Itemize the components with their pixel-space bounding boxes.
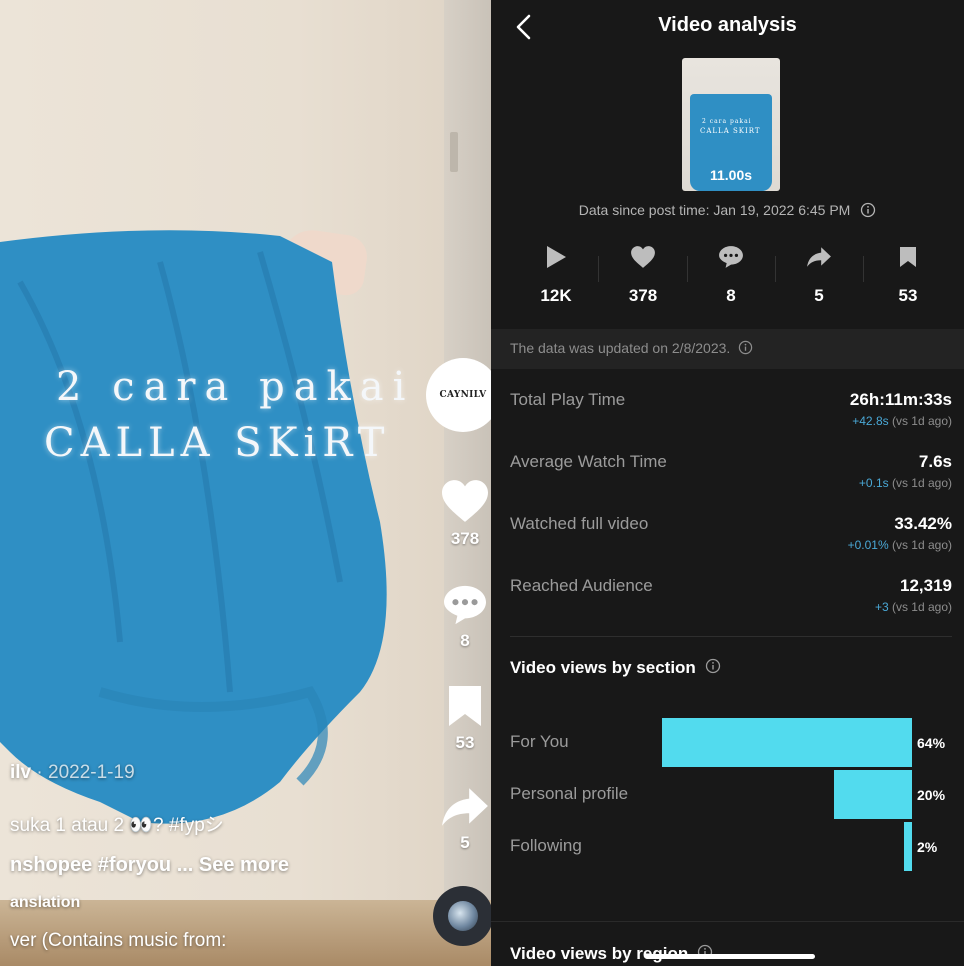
thumbnail-text-line2: CALLA SKIRT bbox=[700, 127, 761, 135]
bar-label-for-you: For You bbox=[510, 732, 569, 751]
metric-reached-audience-value: 12,319 bbox=[900, 576, 952, 595]
divider bbox=[510, 636, 952, 637]
delta-comparison: (vs 1d ago) bbox=[888, 538, 952, 552]
delta-comparison: (vs 1d ago) bbox=[888, 600, 952, 614]
data-since-label: Data since post time: Jan 19, 2022 6:45 … bbox=[578, 202, 851, 218]
bar-value-personal-profile: 20% bbox=[917, 787, 946, 803]
delta-value: +0.01% bbox=[847, 538, 889, 552]
share-icon bbox=[442, 788, 488, 826]
thumbnail-text-line1: 2 cara pakai bbox=[702, 118, 752, 125]
section-views-by-section: Video views by section bbox=[510, 658, 721, 678]
stat-likes-value: 378 bbox=[628, 286, 658, 305]
metric-watched-full-video-delta: +0.01% (vs 1d ago) bbox=[848, 538, 952, 552]
post-date: · 2022-1-19 bbox=[31, 762, 135, 783]
info-icon[interactable] bbox=[738, 340, 753, 355]
stat-comments-value: 8 bbox=[726, 286, 736, 305]
comment-button[interactable]: 8 bbox=[436, 584, 491, 651]
overlay-title-line1: 2 cara pakai bbox=[56, 364, 415, 410]
stat-views: 12K bbox=[521, 244, 591, 306]
stat-divider bbox=[598, 256, 599, 282]
share-count: 5 bbox=[460, 833, 470, 852]
video-thumbnail[interactable]: 2 cara pakai CALLA SKIRT 11.00s bbox=[682, 58, 780, 191]
see-translation-link[interactable]: anslation bbox=[10, 894, 80, 912]
bar-label-personal-profile: Personal profile bbox=[510, 784, 629, 803]
save-button[interactable]: 53 bbox=[436, 684, 491, 753]
metric-reached-audience-label: Reached Audience bbox=[510, 576, 653, 595]
heart-icon bbox=[631, 246, 655, 268]
video-frame[interactable]: 2 cara pakai CALLA SKiRT CAYNILV 378 8 5… bbox=[0, 0, 491, 966]
metric-average-watch-time-delta: +0.1s (vs 1d ago) bbox=[859, 476, 952, 490]
metric-total-play-time-value: 26h:11m:33s bbox=[849, 390, 952, 409]
save-count: 53 bbox=[455, 733, 475, 752]
stat-shares: 5 bbox=[784, 244, 854, 306]
comment-count: 8 bbox=[460, 631, 470, 650]
info-icon[interactable] bbox=[705, 658, 721, 674]
music-disc[interactable] bbox=[433, 886, 491, 946]
video-duration: 11.00s bbox=[709, 167, 753, 183]
blue-skirt-image bbox=[0, 230, 387, 824]
overlay-title-line2: CALLA SKiRT bbox=[44, 420, 391, 466]
metric-total-play-time-delta: +42.8s (vs 1d ago) bbox=[852, 414, 952, 428]
bar-value-following: 2% bbox=[917, 839, 938, 855]
home-indicator[interactable] bbox=[645, 954, 815, 959]
metric-average-watch-time-value: 7.6s bbox=[918, 452, 952, 471]
stat-shares-value: 5 bbox=[814, 286, 824, 305]
bookmark-icon bbox=[449, 686, 481, 726]
delta-comparison: (vs 1d ago) bbox=[888, 414, 952, 428]
stat-likes: 378 bbox=[608, 244, 678, 306]
delta-value: +3 bbox=[874, 600, 889, 614]
username-text: ilv bbox=[10, 762, 32, 783]
caption-line2[interactable]: nshopee #foryou ... See more bbox=[10, 854, 289, 877]
bookmark-icon bbox=[900, 247, 916, 267]
share-icon bbox=[807, 247, 831, 267]
creator-avatar[interactable]: CAYNILV bbox=[426, 358, 491, 432]
play-icon bbox=[547, 246, 566, 268]
metric-reached-audience-delta: +3 (vs 1d ago) bbox=[875, 600, 952, 614]
bar-following bbox=[904, 822, 912, 871]
caption-line1: suka 1 atau 2 👀? #fypシ bbox=[10, 815, 224, 836]
metric-watched-full-video-value: 33.42% bbox=[894, 514, 952, 533]
metric-total-play-time-label: Total Play Time bbox=[510, 390, 626, 409]
stat-comments: 8 bbox=[696, 244, 766, 306]
heart-icon bbox=[442, 480, 488, 522]
stat-divider bbox=[775, 256, 776, 282]
like-count: 378 bbox=[450, 529, 480, 548]
stat-views-value: 12K bbox=[540, 286, 572, 305]
data-since-text: Data since post time: Jan 19, 2022 6:45 … bbox=[491, 202, 964, 218]
update-notice-text: The data was updated on 2/8/2023. bbox=[510, 340, 731, 356]
metric-average-watch-time-label: Average Watch Time bbox=[510, 452, 667, 471]
share-button[interactable]: 5 bbox=[436, 786, 491, 853]
page-title: Video analysis bbox=[658, 14, 797, 36]
bar-label-following: Following bbox=[510, 836, 582, 855]
metric-watched-full-video-label: Watched full video bbox=[510, 514, 649, 533]
door-hinge bbox=[450, 132, 458, 172]
info-icon[interactable] bbox=[860, 202, 876, 218]
bar-for-you bbox=[662, 718, 912, 767]
stat-saves: 53 bbox=[873, 244, 943, 306]
delta-comparison: (vs 1d ago) bbox=[888, 476, 952, 490]
comment-icon bbox=[444, 585, 486, 625]
delta-value: +0.1s bbox=[858, 476, 889, 490]
stat-divider bbox=[863, 256, 864, 282]
like-button[interactable]: 378 bbox=[436, 478, 491, 549]
music-credit[interactable]: ver (Contains music from: bbox=[10, 930, 226, 952]
comment-icon bbox=[719, 246, 743, 268]
update-notice: The data was updated on 2/8/2023. bbox=[510, 340, 753, 356]
divider bbox=[491, 921, 964, 922]
stat-saves-value: 53 bbox=[898, 286, 918, 305]
bar-personal-profile bbox=[834, 770, 912, 819]
stat-divider bbox=[687, 256, 688, 282]
bar-value-for-you: 64% bbox=[917, 735, 946, 751]
delta-value: +42.8s bbox=[852, 414, 889, 428]
video-analysis-panel: Video analysis 2 cara pakai CALLA SKIRT … bbox=[491, 0, 964, 966]
music-disc-cover bbox=[448, 901, 478, 931]
caption-username[interactable]: ilv · 2022-1-19 bbox=[10, 762, 135, 784]
section-views-title: Video views by section bbox=[510, 658, 696, 677]
